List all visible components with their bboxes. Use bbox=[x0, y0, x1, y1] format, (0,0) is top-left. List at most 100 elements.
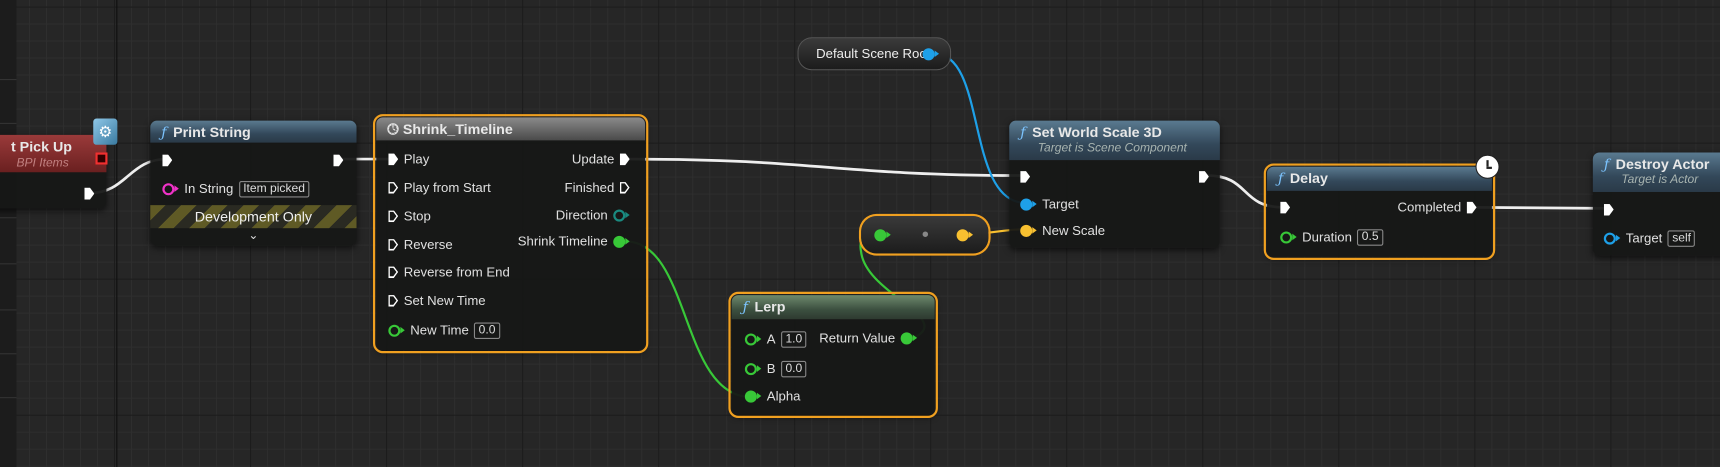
exec-in-pin[interactable] bbox=[388, 266, 398, 278]
node-title: Destroy Actor bbox=[1615, 155, 1710, 173]
function-icon: ƒ bbox=[742, 299, 748, 316]
a-input[interactable]: 1.0 bbox=[781, 330, 807, 348]
exec-in-pin[interactable] bbox=[162, 154, 173, 167]
pin-label: Alpha bbox=[766, 388, 801, 404]
pin-label: In String bbox=[184, 181, 234, 197]
pin-label: A bbox=[766, 331, 776, 347]
exec-out-pin[interactable] bbox=[333, 154, 344, 167]
exec-out-pin[interactable] bbox=[619, 153, 630, 166]
dot-icon bbox=[922, 231, 929, 237]
exec-out-pin[interactable] bbox=[1466, 201, 1477, 214]
exec-in-pin[interactable] bbox=[388, 295, 398, 307]
enum-pin[interactable] bbox=[613, 208, 630, 222]
float-pin[interactable] bbox=[744, 332, 762, 346]
float-pin[interactable] bbox=[900, 331, 918, 344]
node-header: t Pick Up BPI Items bbox=[0, 134, 107, 173]
pin-label: Direction bbox=[555, 207, 608, 223]
delegate-pin[interactable] bbox=[95, 152, 108, 165]
vector-pin[interactable] bbox=[956, 229, 974, 242]
object-pin[interactable] bbox=[1603, 232, 1621, 245]
vector-pin[interactable] bbox=[1020, 224, 1037, 237]
pin-label: Duration bbox=[1302, 229, 1352, 245]
node-header: ƒ Set World Scale 3D Target is Scene Compo… bbox=[1009, 120, 1220, 161]
float-pin[interactable] bbox=[1280, 230, 1297, 243]
float-pin[interactable] bbox=[744, 389, 762, 403]
development-only-banner: Development Only bbox=[150, 205, 357, 229]
function-icon: ƒ bbox=[1020, 125, 1026, 142]
node-subtitle: BPI Items bbox=[16, 156, 69, 171]
exec-out-pin[interactable] bbox=[1199, 170, 1209, 183]
node-header: ƒ Print String bbox=[150, 120, 357, 143]
new-time-input[interactable]: 0.0 bbox=[474, 321, 500, 339]
pin-label: Reverse from End bbox=[403, 264, 510, 280]
expand-chevron-icon[interactable]: ⌄ bbox=[150, 228, 356, 242]
node-subtitle: Target is Actor bbox=[1621, 173, 1699, 187]
function-icon: ƒ bbox=[161, 125, 167, 142]
node-title: Delay bbox=[1289, 170, 1328, 187]
exec-wire bbox=[627, 157, 1025, 177]
node-title: Set World Scale 3D bbox=[1032, 123, 1162, 141]
pin-label: Stop bbox=[403, 208, 431, 224]
exec-out-pin[interactable] bbox=[84, 187, 95, 200]
left-panel-edge bbox=[0, 0, 17, 467]
node-title: Shrink_Timeline bbox=[402, 120, 513, 138]
node-title: Print String bbox=[173, 123, 251, 141]
set-world-scale-3d-node[interactable]: ƒ Set World Scale 3D Target is Scene Compo… bbox=[1009, 120, 1220, 248]
node-header: ƒ Delay bbox=[1267, 166, 1492, 191]
pin-label: Target bbox=[1042, 196, 1079, 212]
float-pin[interactable] bbox=[874, 229, 891, 242]
target-input[interactable]: self bbox=[1667, 229, 1696, 247]
node-subtitle: Target is Scene Component bbox=[1037, 141, 1187, 155]
destroy-actor-node[interactable]: ƒ Destroy Actor Target is Actor Target self bbox=[1592, 152, 1720, 256]
string-pin[interactable] bbox=[162, 182, 179, 195]
duration-input[interactable]: 0.5 bbox=[1357, 228, 1383, 246]
node-header: 🕓︎ Shrink_Timeline bbox=[376, 117, 646, 141]
function-icon: ƒ bbox=[1603, 156, 1610, 174]
print-string-node[interactable]: ƒ Print String In String Item picked Devel… bbox=[150, 120, 357, 246]
pin-label: Target bbox=[1625, 230, 1663, 246]
float-pin[interactable] bbox=[388, 324, 405, 337]
pin-label: B bbox=[766, 360, 776, 377]
exec-in-pin[interactable] bbox=[388, 153, 399, 166]
node-title: Default Scene Root bbox=[816, 46, 931, 62]
pin-label: Reverse bbox=[403, 236, 453, 253]
blueprint-graph-canvas[interactable]: t Pick Up BPI Items ⚙ ƒ Print String In S… bbox=[0, 0, 1720, 467]
b-input[interactable]: 0.0 bbox=[781, 360, 807, 377]
function-icon: ƒ bbox=[1278, 171, 1284, 188]
float-pin[interactable] bbox=[613, 235, 630, 248]
node-title: Lerp bbox=[754, 298, 786, 315]
latent-clock-icon bbox=[1475, 154, 1500, 179]
event-node-pick-up[interactable]: t Pick Up BPI Items bbox=[0, 134, 108, 209]
pin-label: New Time bbox=[410, 322, 469, 338]
graph-divider-line bbox=[116, 0, 118, 467]
pin-label: Play from Start bbox=[403, 179, 491, 196]
clock-icon: 🕓︎ bbox=[387, 120, 399, 138]
exec-in-pin[interactable] bbox=[1603, 203, 1614, 216]
pin-label: New Scale bbox=[1042, 222, 1106, 239]
pin-label: Set New Time bbox=[403, 292, 486, 309]
node-header: ƒ Lerp bbox=[731, 295, 935, 320]
exec-in-pin[interactable] bbox=[388, 239, 398, 251]
exec-in-pin[interactable] bbox=[388, 210, 398, 222]
float-pin[interactable] bbox=[744, 362, 762, 375]
lerp-node[interactable]: ƒ Lerp A 1.0 B 0.0 Alpha Return Value bbox=[728, 291, 938, 418]
shrink-timeline-node[interactable]: 🕓︎ Shrink_Timeline Play Play from Start S… bbox=[372, 114, 649, 354]
delay-node[interactable]: ƒ Delay Completed Duration 0.5 bbox=[1263, 163, 1496, 260]
in-string-input[interactable]: Item picked bbox=[238, 180, 310, 197]
exec-in-pin[interactable] bbox=[388, 182, 398, 194]
pin-label: Completed bbox=[1397, 199, 1462, 216]
node-header: ƒ Destroy Actor Target is Actor bbox=[1592, 152, 1720, 192]
object-pin[interactable] bbox=[922, 48, 940, 61]
make-vector-node[interactable] bbox=[861, 216, 989, 254]
pin-label: Return Value bbox=[819, 330, 896, 346]
exec-in-pin[interactable] bbox=[1020, 170, 1031, 183]
pin-label: Finished bbox=[564, 179, 615, 196]
exec-out-pin[interactable] bbox=[620, 182, 630, 194]
interface-event-icon: ⚙ bbox=[93, 118, 118, 145]
node-title: t Pick Up bbox=[10, 138, 72, 155]
pin-label: Play bbox=[403, 151, 430, 167]
default-scene-root-node[interactable]: Default Scene Root bbox=[798, 38, 951, 70]
object-pin[interactable] bbox=[1020, 198, 1037, 211]
pin-label: Update bbox=[571, 151, 615, 167]
exec-in-pin[interactable] bbox=[1280, 201, 1291, 214]
